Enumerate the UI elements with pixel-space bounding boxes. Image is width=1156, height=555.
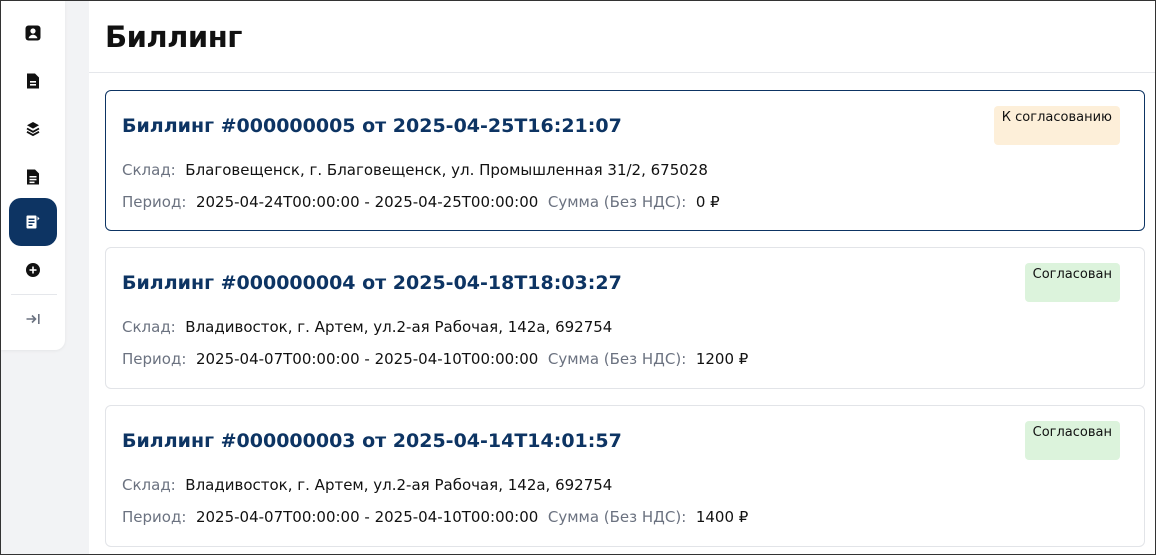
sidebar-expand-button[interactable] <box>9 295 57 343</box>
amount-value: 0 ₽ <box>695 193 720 211</box>
warehouse-row: Склад: Владивосток, г. Артем, ул.2-ая Ра… <box>122 318 612 336</box>
amount-label: Сумма (Без НДС): <box>547 508 687 526</box>
sidebar-item-documents[interactable] <box>9 57 57 105</box>
billing-title[interactable]: Биллинг #000000005 от 2025-04-25T16:21:0… <box>122 115 622 137</box>
expand-sidebar-icon <box>26 314 40 324</box>
period-row: Период: 2025-04-07T00:00:00 - 2025-04-10… <box>122 508 748 526</box>
period-label: Период: <box>122 193 187 211</box>
period-value: 2025-04-24T00:00:00 - 2025-04-25T00:00:0… <box>195 193 539 211</box>
warehouse-row: Склад: Владивосток, г. Артем, ул.2-ая Ра… <box>122 476 612 494</box>
sidebar <box>1 1 65 350</box>
add-circle-icon <box>26 263 40 277</box>
warehouse-value: Владивосток, г. Артем, ул.2-ая Рабочая, … <box>185 318 613 336</box>
amount-value: 1400 ₽ <box>695 508 749 526</box>
page-header: Биллинг <box>89 1 1155 73</box>
warehouse-label: Склад: <box>122 318 176 336</box>
period-value: 2025-04-07T00:00:00 - 2025-04-10T00:00:0… <box>195 350 539 368</box>
status-badge: К согласованию <box>993 106 1120 145</box>
sidebar-item-profile[interactable] <box>9 9 57 57</box>
period-label: Период: <box>122 508 187 526</box>
sidebar-item-billing[interactable] <box>9 198 57 246</box>
document-icon <box>27 73 39 89</box>
billing-title[interactable]: Биллинг #000000003 от 2025-04-14T14:01:5… <box>122 430 622 452</box>
amount-value: 1200 ₽ <box>695 350 749 368</box>
billing-title[interactable]: Биллинг #000000004 от 2025-04-18T18:03:2… <box>122 272 622 294</box>
warehouse-label: Склад: <box>122 476 176 494</box>
warehouse-value: Владивосток, г. Артем, ул.2-ая Рабочая, … <box>185 476 613 494</box>
sidebar-item-add[interactable] <box>9 246 57 294</box>
document-list-icon <box>27 169 39 185</box>
main-content: Биллинг Биллинг #000000005 от 2025-04-25… <box>89 1 1155 554</box>
warehouse-label: Склад: <box>122 161 176 179</box>
status-badge: Согласован <box>1024 263 1120 302</box>
sidebar-item-layers[interactable] <box>9 105 57 153</box>
billing-card[interactable]: Биллинг #000000003 от 2025-04-14T14:01:5… <box>105 405 1145 547</box>
page-title: Биллинг <box>105 19 242 54</box>
period-row: Период: 2025-04-24T00:00:00 - 2025-04-25… <box>122 193 720 211</box>
billing-icon <box>26 215 40 229</box>
amount-label: Сумма (Без НДС): <box>547 350 687 368</box>
user-profile-icon <box>25 25 41 41</box>
amount-label: Сумма (Без НДС): <box>547 193 687 211</box>
status-badge: Согласован <box>1024 421 1120 460</box>
billing-card[interactable]: Биллинг #000000004 от 2025-04-18T18:03:2… <box>105 247 1145 389</box>
warehouse-row: Склад: Благовещенск, г. Благовещенск, ул… <box>122 161 708 179</box>
billing-card[interactable]: Биллинг #000000005 от 2025-04-25T16:21:0… <box>105 90 1145 231</box>
warehouse-value: Благовещенск, г. Благовещенск, ул. Промы… <box>185 161 708 179</box>
period-row: Период: 2025-04-07T00:00:00 - 2025-04-10… <box>122 350 748 368</box>
period-label: Период: <box>122 350 187 368</box>
layers-icon <box>26 122 40 137</box>
period-value: 2025-04-07T00:00:00 - 2025-04-10T00:00:0… <box>195 508 539 526</box>
sidebar-item-document-list[interactable] <box>9 153 57 201</box>
